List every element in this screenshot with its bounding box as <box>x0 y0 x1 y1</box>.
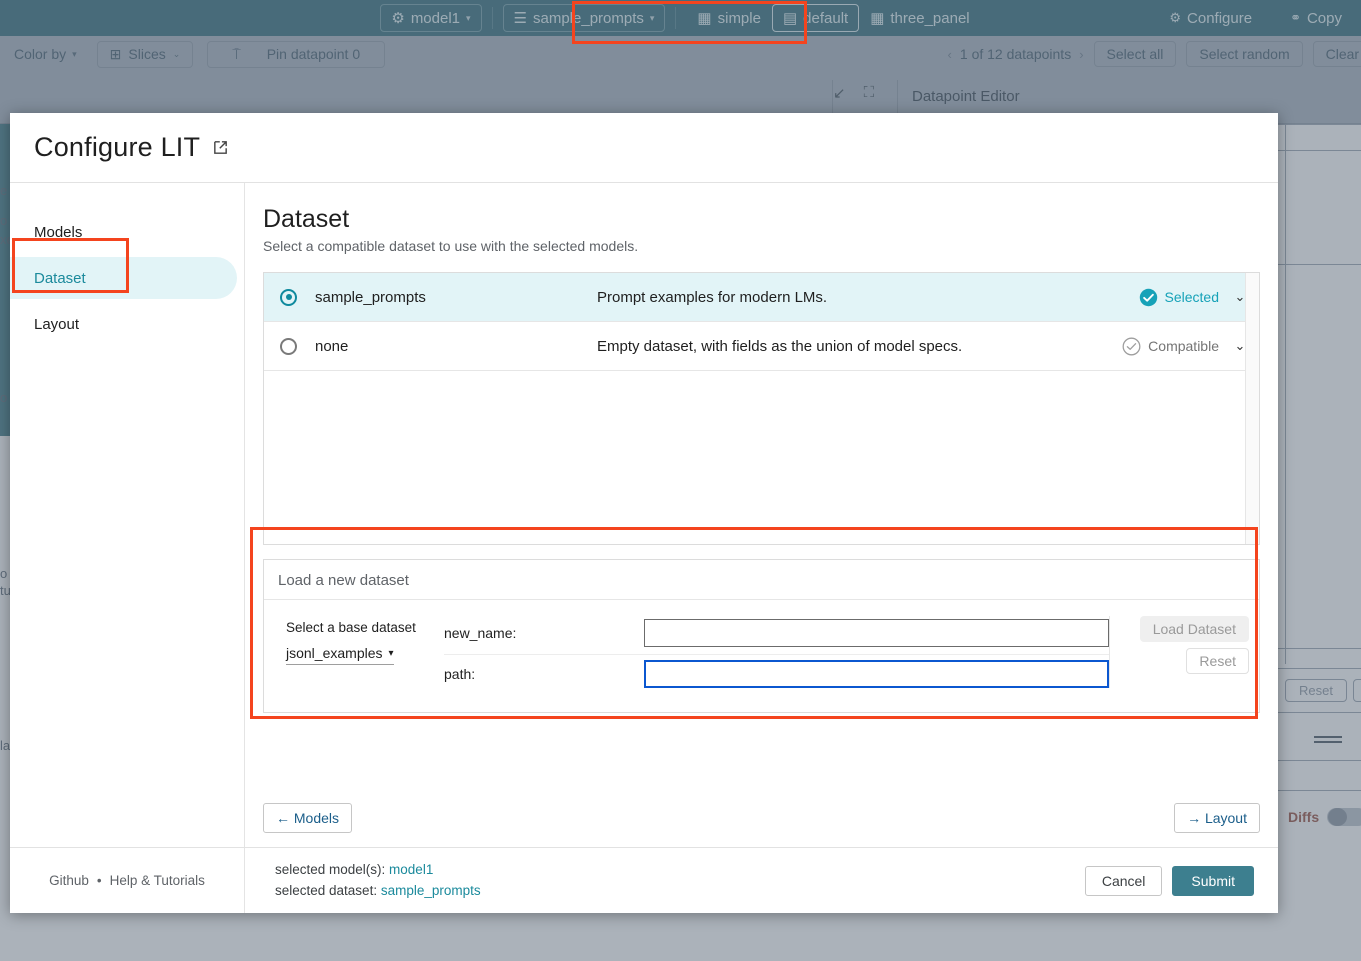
sidebar-item-dataset[interactable]: Dataset <box>10 257 237 299</box>
dialog-header: Configure LIT <box>10 113 1278 183</box>
footer-links: Github • Help & Tutorials <box>10 848 245 913</box>
next-step-button[interactable]: → Layout <box>1174 803 1260 833</box>
radio-button[interactable] <box>280 338 297 355</box>
selected-models-prefix: selected model(s): <box>275 862 389 877</box>
selected-dataset-value: sample_prompts <box>381 883 481 898</box>
load-reset-label: Reset <box>1199 653 1236 669</box>
field-row-new-name: new_name: <box>444 616 1109 650</box>
dialog-footer: Github • Help & Tutorials selected model… <box>10 847 1278 913</box>
load-fields: new_name: path: <box>426 616 1109 688</box>
main-header: Dataset Select a compatible dataset to u… <box>263 183 1260 258</box>
footer-actions: Cancel Submit <box>1085 866 1278 896</box>
field-row-path: path: <box>444 654 1109 688</box>
cancel-button[interactable]: Cancel <box>1085 866 1163 896</box>
load-dataset-button[interactable]: Load Dataset <box>1140 616 1249 642</box>
check-circle-outline-icon <box>1122 337 1141 356</box>
open-in-new-icon[interactable] <box>212 139 229 156</box>
dataset-description: Prompt examples for modern LMs. <box>597 289 1139 306</box>
dataset-list: sample_prompts Prompt examples for moder… <box>263 272 1260 545</box>
section-title: Dataset <box>263 205 1260 234</box>
prev-step-label: ← Models <box>276 810 339 826</box>
submit-button[interactable]: Submit <box>1172 866 1254 896</box>
status-badge: Selected <box>1139 288 1219 307</box>
separator: • <box>97 873 102 888</box>
dataset-row-sample-prompts[interactable]: sample_prompts Prompt examples for moder… <box>264 273 1259 322</box>
base-dataset-select[interactable]: jsonl_examples ▾ <box>286 645 394 665</box>
sidebar-item-models[interactable]: Models <box>10 211 237 253</box>
chevron-down-icon: ▾ <box>389 648 394 659</box>
dataset-description: Empty dataset, with fields as the union … <box>597 338 1122 355</box>
sidebar-item-label: Dataset <box>34 270 86 287</box>
new-name-input[interactable] <box>644 619 1109 647</box>
check-circle-filled-icon <box>1139 288 1158 307</box>
section-subtitle: Select a compatible dataset to use with … <box>263 238 1260 254</box>
load-actions: Load Dataset Reset <box>1109 616 1249 688</box>
load-panel-title: Load a new dataset <box>264 560 1259 599</box>
github-link[interactable]: Github <box>49 873 89 888</box>
status-label: Selected <box>1165 289 1219 305</box>
selected-dataset-prefix: selected dataset: <box>275 883 381 898</box>
base-dataset-label: Select a base dataset <box>286 620 426 635</box>
path-input[interactable] <box>644 660 1109 688</box>
help-tutorials-link[interactable]: Help & Tutorials <box>110 873 205 888</box>
dataset-row-none[interactable]: none Empty dataset, with fields as the u… <box>264 322 1259 371</box>
sidebar-item-label: Layout <box>34 316 79 333</box>
footer-summary: selected model(s): model1 selected datas… <box>245 860 1085 901</box>
next-step-label: → Layout <box>1187 810 1247 826</box>
status-badge: Compatible <box>1122 337 1219 356</box>
selected-dataset-line: selected dataset: sample_prompts <box>275 881 1085 901</box>
dataset-name: sample_prompts <box>315 289 597 306</box>
dialog-body: Models Dataset Layout Dataset Select a c… <box>10 183 1278 847</box>
load-new-dataset-panel: Load a new dataset Select a base dataset… <box>263 559 1260 713</box>
new-name-label: new_name: <box>444 625 644 641</box>
dataset-name: none <box>315 338 597 355</box>
load-panel-body: Select a base dataset jsonl_examples ▾ n… <box>264 599 1259 712</box>
load-dataset-label: Load Dataset <box>1153 621 1236 637</box>
path-label: path: <box>444 666 644 682</box>
dialog-main: Dataset Select a compatible dataset to u… <box>245 183 1278 847</box>
load-reset-button[interactable]: Reset <box>1186 648 1249 674</box>
dataset-list-scrollbar[interactable] <box>1245 273 1259 544</box>
configure-lit-dialog: Configure LIT Models Dataset Layout <box>10 113 1278 913</box>
radio-button[interactable] <box>280 289 297 306</box>
selected-models-line: selected model(s): model1 <box>275 860 1085 880</box>
sidebar-item-label: Models <box>34 224 82 241</box>
status-label: Compatible <box>1148 338 1219 354</box>
selected-models-value: model1 <box>389 862 433 877</box>
page-title: Configure LIT <box>34 132 200 163</box>
dialog-sidebar: Models Dataset Layout <box>10 183 245 847</box>
dialog-nav-row: ← Models → Layout <box>263 781 1260 847</box>
sidebar-item-layout[interactable]: Layout <box>10 303 237 345</box>
screen: ⚙ model1 ▾ ☰ sample_prompts ▾ ▦ simple ▤ <box>0 0 1361 961</box>
base-dataset-value: jsonl_examples <box>286 645 383 661</box>
prev-step-button[interactable]: ← Models <box>263 803 352 833</box>
base-dataset-group: Select a base dataset jsonl_examples ▾ <box>286 616 426 688</box>
